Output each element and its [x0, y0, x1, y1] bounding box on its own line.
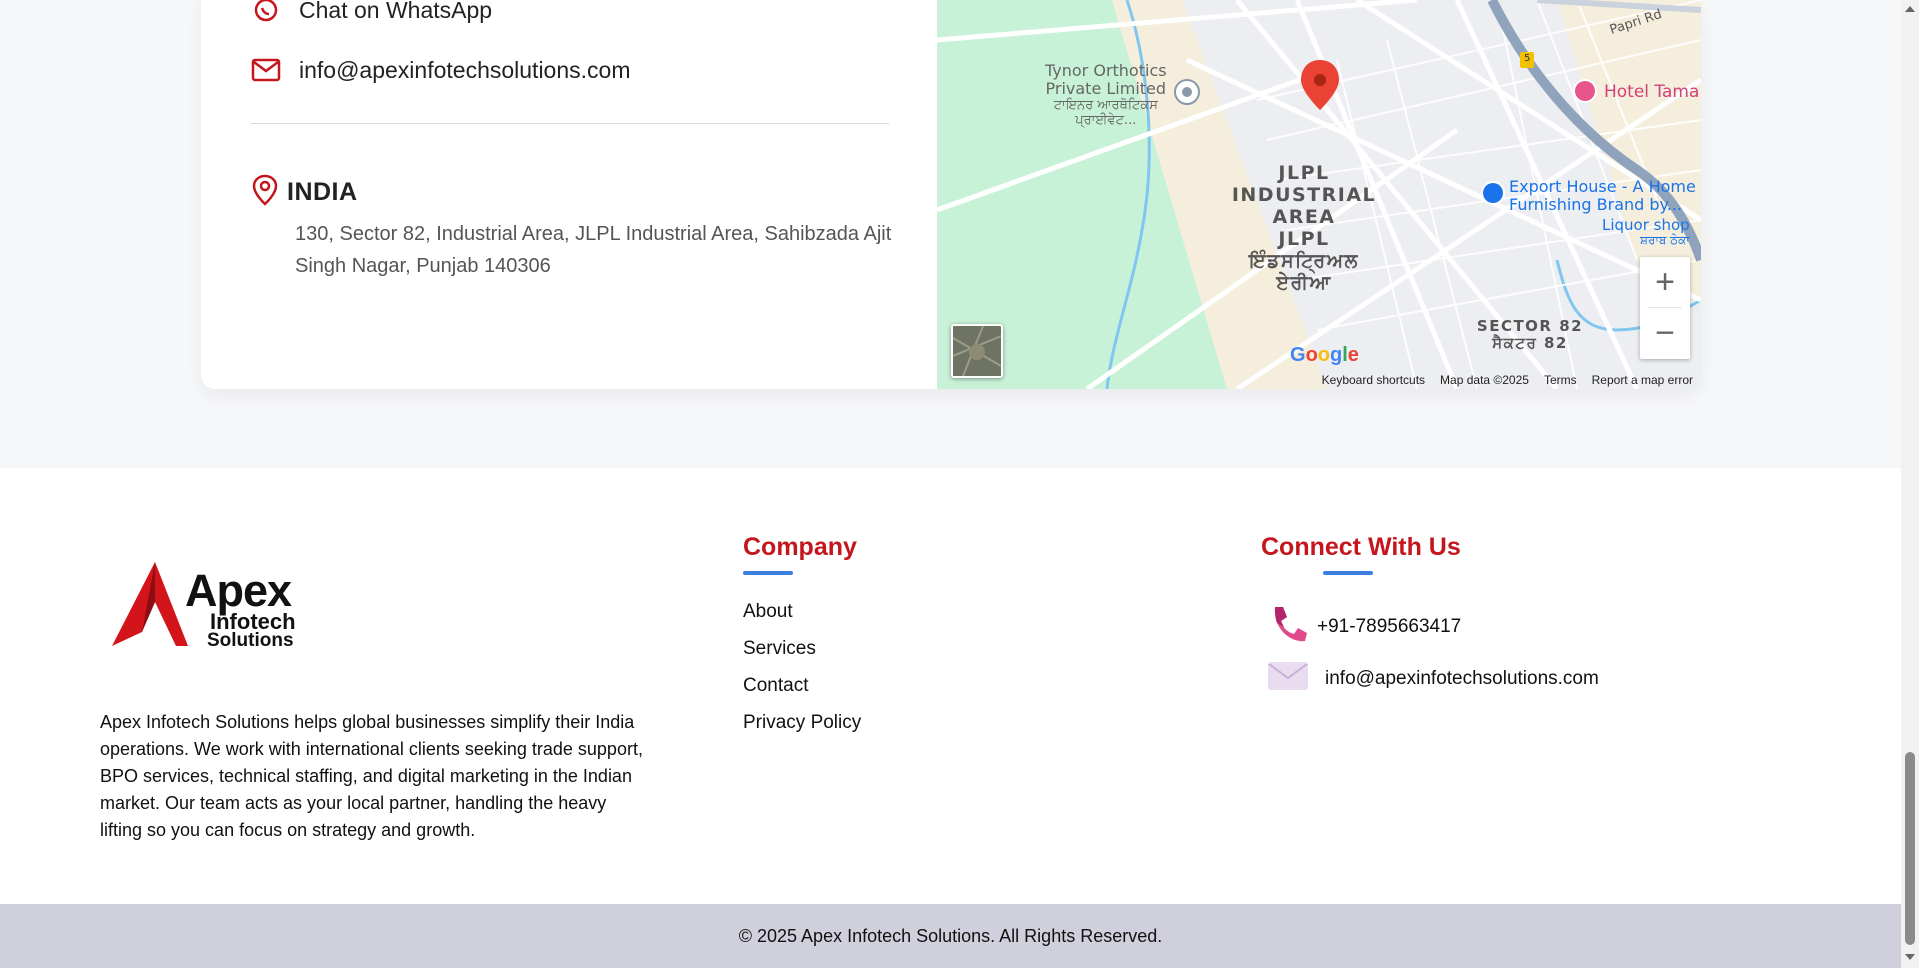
poi-export-line2: Furnishing Brand by... — [1509, 195, 1682, 214]
poi-hotel[interactable]: Hotel Tama — [1604, 82, 1699, 102]
company-heading-underline — [743, 571, 793, 575]
area-line1: JLPL — [1278, 162, 1330, 184]
map-attribution: Keyboard shortcuts Map data ©2025 Terms … — [937, 370, 1701, 389]
whatsapp-link[interactable]: Chat on WhatsApp — [251, 0, 492, 25]
google-logo: Google — [1290, 344, 1359, 366]
whatsapp-icon — [251, 0, 281, 25]
footer-phone: +91-7895663417 — [1317, 616, 1462, 637]
location-pin-icon — [251, 174, 279, 211]
area-label-sector82: SECTOR 82 ਸੈਕਟਰ 82 — [1455, 318, 1605, 352]
footer-email-link[interactable]: info@apexinfotechsolutions.com — [1267, 660, 1599, 698]
keyboard-shortcuts-link[interactable]: Keyboard shortcuts — [1322, 373, 1425, 387]
zoom-controls: + − — [1640, 257, 1690, 359]
area-pa1: ਇੰਡਸਟ੍ਰਿਅਲ — [1249, 250, 1359, 272]
satellite-thumbnail-icon — [953, 326, 1001, 376]
poi-tynor-pa1: ਟਾਇਨਰ ਆਰਥੋਟਿਕਸ — [1053, 98, 1158, 113]
country-name: INDIA — [287, 178, 358, 206]
footer-phone-link[interactable]: +91-7895663417 — [1267, 603, 1461, 651]
sector-line2: ਸੈਕਟਰ 82 — [1492, 334, 1568, 352]
copyright-bar: © 2025 Apex Infotech Solutions. All Righ… — [0, 904, 1901, 968]
poi-tynor-line2: Private Limited — [1045, 79, 1167, 98]
poi-tynor-line1: Tynor Orthotics — [1045, 61, 1167, 80]
footer-email: info@apexinfotechsolutions.com — [1325, 668, 1599, 689]
country-heading: INDIA — [251, 174, 358, 211]
area-label-jlpl: JLPL INDUSTRIAL AREA JLPL ਇੰਡਸਟ੍ਰਿਅਲ ਏਰੀ… — [1199, 162, 1409, 294]
sector-line1: SECTOR 82 — [1476, 317, 1584, 335]
zoom-out-button[interactable]: − — [1640, 308, 1690, 358]
connect-heading: Connect With Us — [1261, 533, 1461, 561]
contact-section: Chat on WhatsApp info@apexinfotechsoluti… — [0, 0, 1901, 468]
poi-tynor-pa2: ਪ੍ਰਾਈਵੇਟ... — [1075, 113, 1137, 128]
poi-liquor-pa: ਸ਼ਰਾਬ ਠੇਕਾ — [1640, 233, 1690, 247]
map-data-label: Map data ©2025 — [1440, 372, 1529, 387]
area-line2: INDUSTRIAL AREA — [1231, 184, 1377, 228]
footer-link-privacy-policy[interactable]: Privacy Policy — [743, 711, 861, 748]
company-links: About Services Contact Privacy Policy — [743, 600, 861, 748]
report-map-error-link[interactable]: Report a map error — [1592, 373, 1693, 387]
envelope-icon — [1267, 660, 1309, 698]
terms-link[interactable]: Terms — [1544, 373, 1577, 387]
poi-liquor[interactable]: Liquor shop ਸ਼ਰਾਬ ਠੇਕਾ — [1602, 216, 1690, 247]
contact-info: Chat on WhatsApp info@apexinfotechsoluti… — [201, 0, 937, 389]
poi-liquor-name: Liquor shop — [1602, 216, 1690, 234]
footer-link-about[interactable]: About — [743, 600, 861, 637]
page-scrollbar[interactable] — [1901, 0, 1919, 968]
poi-tynor[interactable]: Tynor Orthotics Private Limited ਟਾਇਨਰ ਆਰ… — [1045, 61, 1167, 129]
area-line3: JLPL — [1278, 228, 1330, 250]
company-heading: Company — [743, 533, 857, 561]
logo-subtitle-2: Solutions — [207, 630, 294, 651]
footer-link-contact[interactable]: Contact — [743, 674, 861, 711]
poi-export-line1: Export House - A Home — [1509, 177, 1696, 196]
scroll-up-arrow-icon[interactable] — [1905, 6, 1915, 12]
email-link[interactable]: info@apexinfotechsolutions.com — [251, 55, 630, 85]
email-text: info@apexinfotechsolutions.com — [299, 56, 631, 83]
whatsapp-label: Chat on WhatsApp — [299, 0, 493, 23]
company-description: Apex Infotech Solutions helps global bus… — [100, 712, 643, 840]
area-pa2: ਏਰੀਆ — [1276, 272, 1332, 294]
scroll-down-arrow-icon[interactable] — [1905, 954, 1915, 960]
zoom-in-button[interactable]: + — [1640, 257, 1690, 307]
google-map[interactable]: Tynor Orthotics Private Limited ਟਾਇਨਰ ਆਰ… — [937, 0, 1701, 389]
footer-link-services[interactable]: Services — [743, 637, 861, 674]
scrollbar-thumb[interactable] — [1905, 752, 1915, 945]
copyright-text: © 2025 Apex Infotech Solutions. All Righ… — [738, 925, 1163, 946]
address-text: 130, Sector 82, Industrial Area, JLPL In… — [295, 223, 892, 277]
poi-export-house[interactable]: Export House - A Home Furnishing Brand b… — [1509, 178, 1696, 214]
divider — [251, 123, 889, 124]
highway-badge: 5 — [1524, 53, 1531, 64]
phone-icon — [1267, 603, 1309, 651]
mail-icon — [251, 55, 281, 85]
contact-card: Chat on WhatsApp info@apexinfotechsoluti… — [201, 0, 1701, 389]
connect-heading-underline — [1323, 571, 1373, 575]
